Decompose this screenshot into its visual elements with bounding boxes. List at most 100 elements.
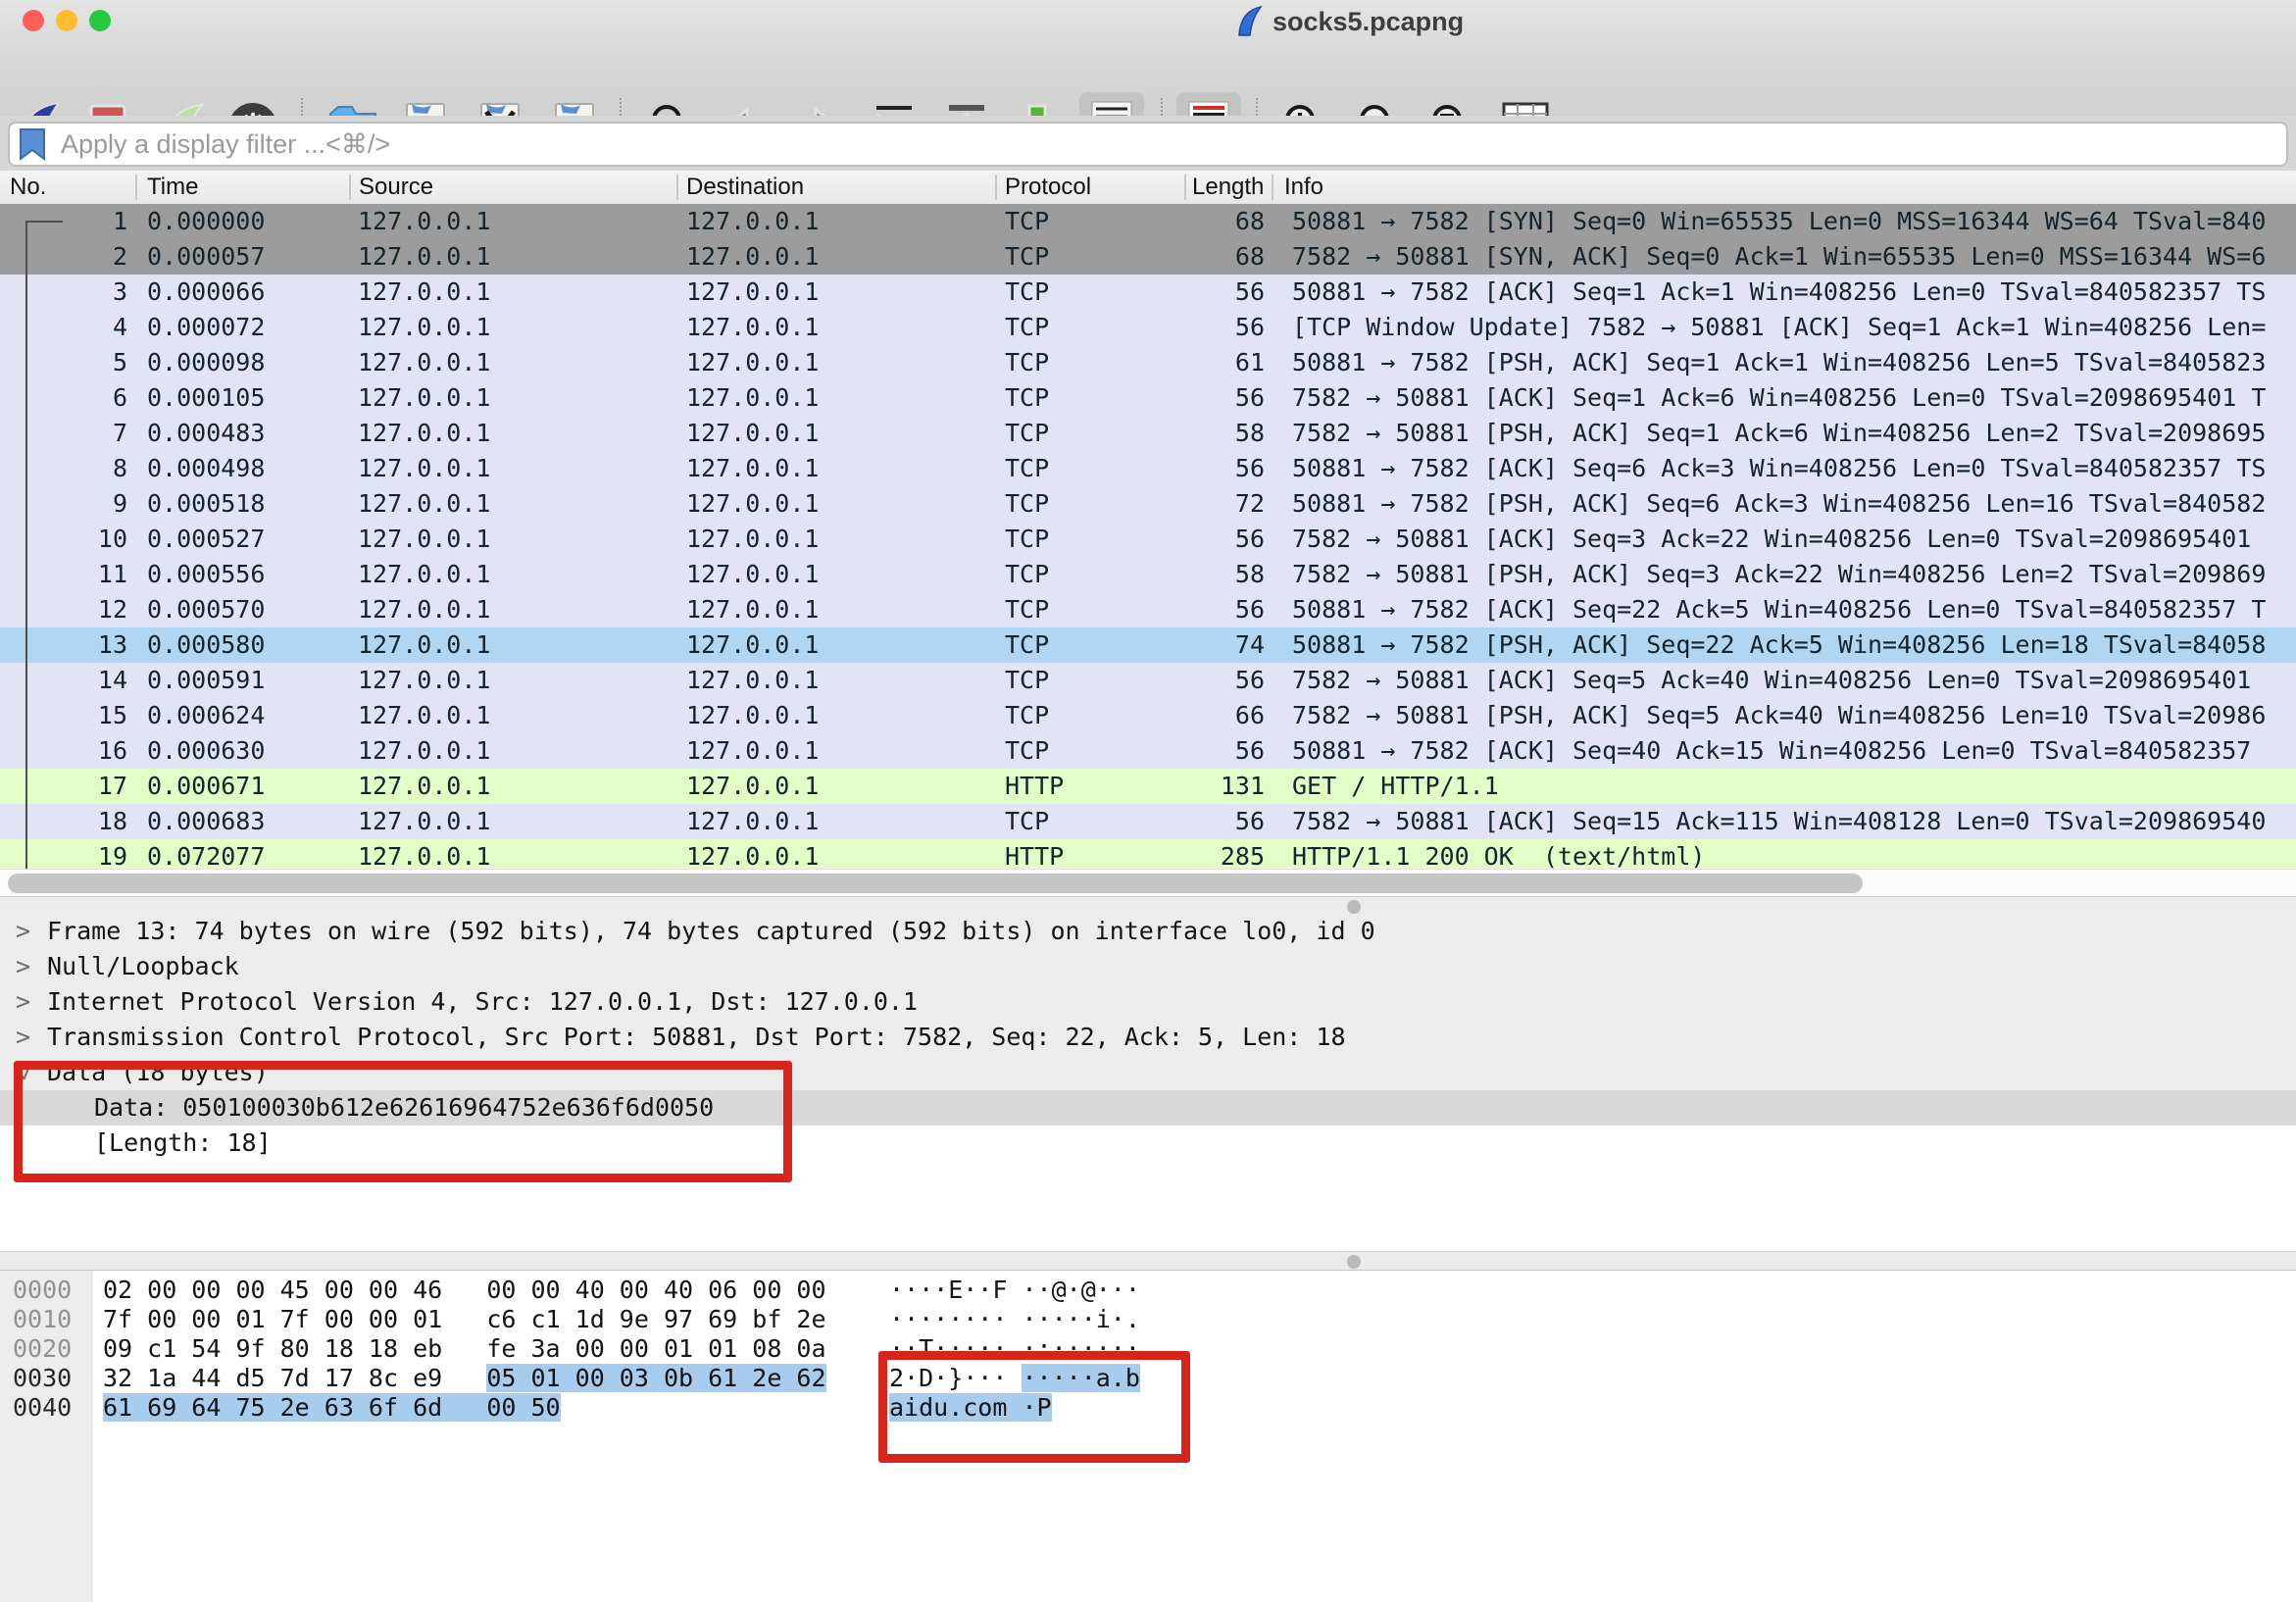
cell-time: 0.000518: [147, 489, 265, 518]
cell-protocol: TCP: [1005, 736, 1049, 765]
pane-splitter[interactable]: [0, 896, 2296, 916]
column-header-protocol[interactable]: Protocol: [1005, 174, 1091, 201]
packet-row[interactable]: 8 0.000498 127.0.0.1 127.0.0.1 TCP 56 50…: [0, 451, 2296, 486]
column-header-time[interactable]: Time: [147, 174, 198, 201]
packet-row[interactable]: 2 0.000057 127.0.0.1 127.0.0.1 TCP 68 75…: [0, 239, 2296, 275]
hex-ascii[interactable]: ··T····· ·:······: [889, 1334, 1140, 1363]
hscrollbar-thumb[interactable]: [8, 874, 1863, 893]
detail-row[interactable]: > Frame 13: 74 bytes on wire (592 bits),…: [0, 914, 2296, 949]
pane-splitter[interactable]: [0, 1251, 2296, 1271]
hex-bytes[interactable]: 09 c1 54 9f 80 18 18 eb fe 3a 00 00 01 0…: [103, 1334, 826, 1363]
column-header-no[interactable]: No.: [10, 174, 46, 201]
close-window-button[interactable]: [23, 10, 44, 31]
packet-row[interactable]: 19 0.072077 127.0.0.1 127.0.0.1 HTTP 285…: [0, 839, 2296, 869]
cell-destination: 127.0.0.1: [686, 701, 819, 729]
packet-list-hscrollbar[interactable]: [0, 869, 2296, 897]
cell-time: 0.000105: [147, 383, 265, 412]
packet-row[interactable]: 16 0.000630 127.0.0.1 127.0.0.1 TCP 56 5…: [0, 733, 2296, 769]
cell-time: 0.000498: [147, 454, 265, 482]
hex-ascii[interactable]: ········ ·····i·.: [889, 1305, 1140, 1333]
packet-row[interactable]: 1 0.000000 127.0.0.1 127.0.0.1 TCP 68 50…: [0, 204, 2296, 239]
detail-row[interactable]: > [Length: 18]: [0, 1126, 2296, 1161]
detail-row[interactable]: > Null/Loopback: [0, 949, 2296, 984]
detail-row[interactable]: > Data: 050100030b612e62616964752e636f6d…: [0, 1090, 2296, 1126]
title-bar: socks5.pcapng: [0, 0, 2296, 43]
cell-source: 127.0.0.1: [358, 207, 490, 235]
hex-row[interactable]: 0040 61 69 64 75 2e 63 6f 6d 00 50 aidu.…: [0, 1392, 2296, 1422]
cell-info: HTTP/1.1 200 OK (text/html): [1292, 842, 1705, 869]
cell-info: 50881 → 7582 [ACK] Seq=40 Ack=15 Win=408…: [1292, 736, 2251, 765]
cell-no: 5: [0, 348, 127, 376]
cell-length: 58: [1127, 560, 1265, 588]
minimize-window-button[interactable]: [56, 10, 77, 31]
packet-row[interactable]: 4 0.000072 127.0.0.1 127.0.0.1 TCP 56 [T…: [0, 310, 2296, 345]
hex-row[interactable]: 0000 02 00 00 00 45 00 00 46 00 00 40 00…: [0, 1275, 2296, 1304]
hex-row[interactable]: 0030 32 1a 44 d5 7d 17 8c e9 05 01 00 03…: [0, 1363, 2296, 1392]
hex-bytes[interactable]: 61 69 64 75 2e 63 6f 6d 00 50: [103, 1393, 561, 1422]
cell-destination: 127.0.0.1: [686, 489, 819, 518]
packet-row[interactable]: 9 0.000518 127.0.0.1 127.0.0.1 TCP 72 50…: [0, 486, 2296, 522]
packet-row[interactable]: 6 0.000105 127.0.0.1 127.0.0.1 TCP 56 75…: [0, 380, 2296, 416]
hex-dump-pane: 0000 02 00 00 00 45 00 00 46 00 00 40 00…: [0, 1271, 2296, 1602]
splitter-handle[interactable]: [1347, 900, 1361, 914]
cell-protocol: TCP: [1005, 207, 1049, 235]
packet-row[interactable]: 15 0.000624 127.0.0.1 127.0.0.1 TCP 66 7…: [0, 698, 2296, 733]
display-filter-input[interactable]: Apply a display filter ...<⌘/>: [8, 122, 2288, 167]
column-header-info[interactable]: Info: [1284, 174, 1323, 201]
column-header-destination[interactable]: Destination: [686, 174, 804, 201]
cell-length: 56: [1127, 525, 1265, 553]
hex-ascii[interactable]: aidu.com ·P: [889, 1393, 1052, 1422]
cell-source: 127.0.0.1: [358, 666, 490, 694]
expander-chevron-icon[interactable]: >: [16, 952, 30, 980]
packet-row[interactable]: 14 0.000591 127.0.0.1 127.0.0.1 TCP 56 7…: [0, 663, 2296, 698]
cell-protocol: TCP: [1005, 242, 1049, 271]
packet-row[interactable]: 3 0.000066 127.0.0.1 127.0.0.1 TCP 56 50…: [0, 275, 2296, 310]
cell-length: 66: [1127, 701, 1265, 729]
packet-row[interactable]: 12 0.000570 127.0.0.1 127.0.0.1 TCP 56 5…: [0, 592, 2296, 627]
packet-row[interactable]: 11 0.000556 127.0.0.1 127.0.0.1 TCP 58 7…: [0, 557, 2296, 592]
cell-source: 127.0.0.1: [358, 525, 490, 553]
detail-row[interactable]: > Transmission Control Protocol, Src Por…: [0, 1020, 2296, 1055]
cell-no: 11: [0, 560, 127, 588]
hex-offset: 0000: [13, 1276, 72, 1304]
packet-row[interactable]: 7 0.000483 127.0.0.1 127.0.0.1 TCP 58 75…: [0, 416, 2296, 451]
packet-row[interactable]: 5 0.000098 127.0.0.1 127.0.0.1 TCP 61 50…: [0, 345, 2296, 380]
column-header-source[interactable]: Source: [359, 174, 433, 201]
column-header-length[interactable]: Length: [1192, 174, 1269, 201]
expander-chevron-icon[interactable]: >: [16, 1023, 30, 1051]
packet-row[interactable]: 13 0.000580 127.0.0.1 127.0.0.1 TCP 74 5…: [0, 627, 2296, 663]
hex-offset: 0020: [13, 1334, 72, 1363]
cell-source: 127.0.0.1: [358, 630, 490, 659]
cell-destination: 127.0.0.1: [686, 383, 819, 412]
cell-info: 50881 → 7582 [ACK] Seq=22 Ack=5 Win=4082…: [1292, 595, 2266, 624]
hex-row[interactable]: 0010 7f 00 00 01 7f 00 00 01 c6 c1 1d 9e…: [0, 1304, 2296, 1333]
detail-row[interactable]: > Internet Protocol Version 4, Src: 127.…: [0, 984, 2296, 1020]
cell-protocol: HTTP: [1005, 842, 1064, 869]
hex-bytes[interactable]: 32 1a 44 d5 7d 17 8c e9 05 01 00 03 0b 6…: [103, 1364, 826, 1392]
detail-row[interactable]: > Data (18 bytes): [0, 1055, 2296, 1090]
packet-list: 1 0.000000 127.0.0.1 127.0.0.1 TCP 68 50…: [0, 204, 2296, 869]
expander-chevron-icon[interactable]: >: [16, 917, 30, 945]
packet-row[interactable]: 10 0.000527 127.0.0.1 127.0.0.1 TCP 56 7…: [0, 522, 2296, 557]
packet-row[interactable]: 18 0.000683 127.0.0.1 127.0.0.1 TCP 56 7…: [0, 804, 2296, 839]
hex-ascii[interactable]: ····E··F ··@·@···: [889, 1276, 1140, 1304]
hex-bytes[interactable]: 02 00 00 00 45 00 00 46 00 00 40 00 40 0…: [103, 1276, 826, 1304]
splitter-handle[interactable]: [1347, 1255, 1361, 1269]
filter-bookmark-icon[interactable]: [18, 127, 47, 161]
cell-destination: 127.0.0.1: [686, 842, 819, 869]
cell-info: 50881 → 7582 [ACK] Seq=6 Ack=3 Win=40825…: [1292, 454, 2266, 482]
cell-info: 7582 → 50881 [PSH, ACK] Seq=1 Ack=6 Win=…: [1292, 419, 2266, 447]
cell-source: 127.0.0.1: [358, 454, 490, 482]
packet-row[interactable]: 17 0.000671 127.0.0.1 127.0.0.1 HTTP 131…: [0, 769, 2296, 804]
maximize-window-button[interactable]: [89, 10, 111, 31]
cell-source: 127.0.0.1: [358, 701, 490, 729]
cell-no: 13: [0, 630, 127, 659]
cell-no: 16: [0, 736, 127, 765]
expander-chevron-icon[interactable]: >: [10, 1066, 38, 1080]
hex-bytes[interactable]: 7f 00 00 01 7f 00 00 01 c6 c1 1d 9e 97 6…: [103, 1305, 826, 1333]
hex-row[interactable]: 0020 09 c1 54 9f 80 18 18 eb fe 3a 00 00…: [0, 1333, 2296, 1363]
hex-ascii[interactable]: 2·D·}··· ·····a.b: [889, 1364, 1140, 1392]
conversation-tree-line: [25, 221, 63, 223]
expander-chevron-icon[interactable]: >: [16, 987, 30, 1016]
packet-list-header: No. Time Source Destination Protocol Len…: [0, 171, 2296, 205]
